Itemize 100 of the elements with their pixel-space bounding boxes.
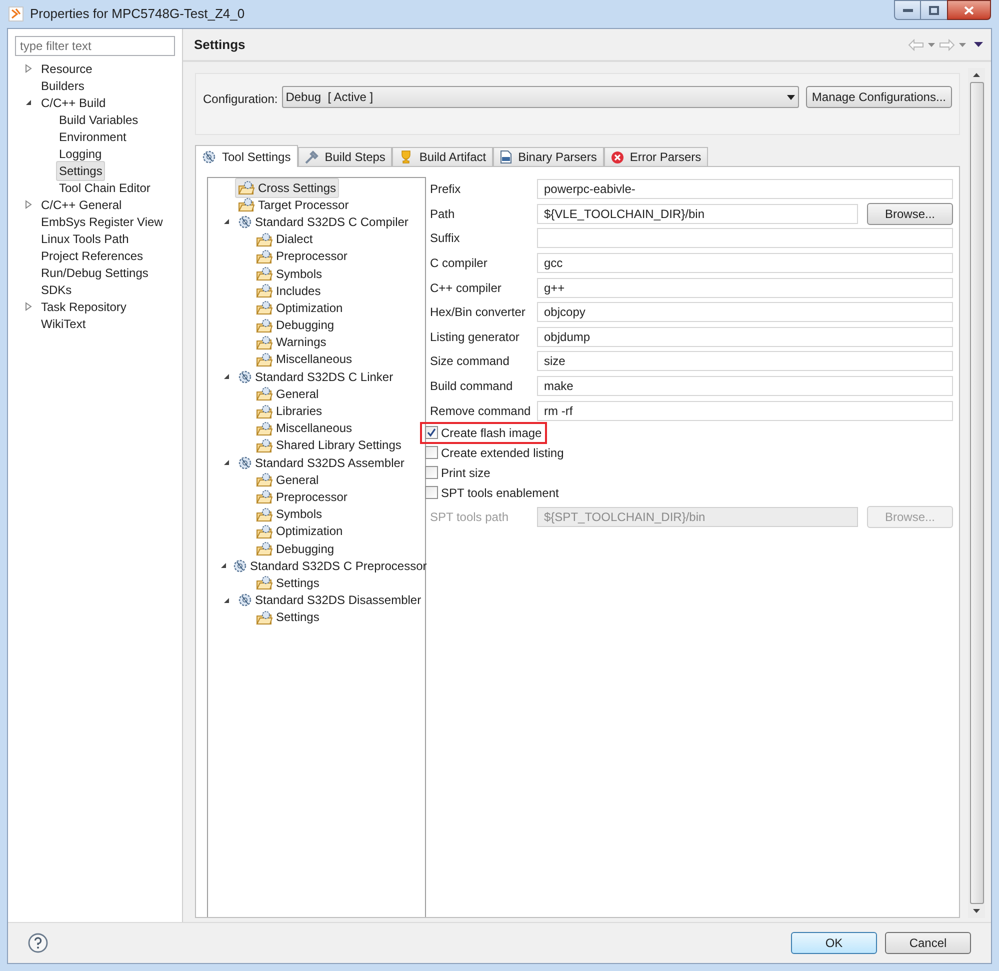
folder-gear-icon: [256, 404, 273, 419]
browse-button[interactable]: Browse...: [867, 202, 953, 225]
tab[interactable]: Tool Settings: [195, 145, 298, 167]
tab[interactable]: Binary Parsers: [493, 147, 604, 166]
wrench-icon: [304, 150, 319, 164]
tree-item[interactable]: Project References: [38, 246, 146, 266]
tree-item[interactable]: C/C++ General: [38, 194, 125, 214]
folder-gear-icon: [256, 248, 273, 264]
text-field[interactable]: [537, 228, 953, 248]
minimize-button[interactable]: [894, 0, 921, 20]
tree-item[interactable]: SDKs: [38, 280, 75, 300]
text-field[interactable]: powerpc-eabivle-: [537, 179, 953, 200]
close-icon: [964, 6, 974, 14]
expanded-arrow-icon[interactable]: [222, 373, 230, 380]
tree-item[interactable]: Environment: [56, 126, 130, 146]
folder-gear-icon: [256, 334, 273, 350]
checkbox[interactable]: [425, 446, 438, 460]
field-label: Path: [430, 206, 456, 223]
view-menu-icon[interactable]: [974, 42, 983, 47]
manage-configurations-button[interactable]: Manage Configurations...: [806, 86, 952, 108]
checkbox[interactable]: [425, 486, 438, 500]
folder-gear-icon: [256, 318, 273, 333]
collapsed-arrow-icon[interactable]: [24, 200, 32, 209]
close-button[interactable]: [947, 0, 991, 20]
page-title: Settings: [194, 36, 246, 54]
scrollbar[interactable]: [968, 68, 985, 918]
text-field[interactable]: g++: [537, 278, 953, 298]
dropdown-caret-icon[interactable]: [959, 42, 966, 46]
text-field[interactable]: size: [537, 351, 953, 372]
text-field[interactable]: ${VLE_TOOLCHAIN_DIR}/bin: [537, 204, 858, 224]
scroll-down-icon[interactable]: [973, 909, 980, 913]
error-icon: [610, 150, 624, 164]
gear-icon: [202, 150, 216, 164]
text-field[interactable]: objdump: [537, 326, 953, 347]
folder-gear-icon: [256, 386, 273, 402]
maximize-icon: [929, 6, 939, 14]
dropdown-caret-icon[interactable]: [928, 42, 935, 46]
expanded-arrow-icon[interactable]: [220, 562, 227, 570]
checkbox-label: SPT tools enablement: [441, 484, 559, 502]
tree-item[interactable]: Logging: [56, 144, 105, 164]
dialog-button[interactable]: Cancel: [885, 932, 971, 954]
expanded-arrow-icon[interactable]: [222, 218, 230, 226]
tree-item[interactable]: Cross Settings: [235, 178, 340, 198]
text-field[interactable]: gcc: [537, 253, 953, 274]
dialog-button[interactable]: OK: [791, 932, 877, 954]
text-field[interactable]: rm -rf: [537, 400, 953, 421]
maximize-button[interactable]: [921, 0, 947, 20]
tree-item[interactable]: Tool Chain Editor: [56, 178, 154, 198]
minimize-icon: [902, 8, 912, 12]
text-field[interactable]: make: [537, 376, 953, 396]
checkbox-label: Create extended listing: [441, 444, 564, 462]
tree-item[interactable]: C/C++ Build: [38, 92, 109, 112]
field-label: Prefix: [430, 181, 462, 198]
field-label: Size command: [430, 353, 510, 370]
text-field[interactable]: objcopy: [537, 302, 953, 322]
field-label: Build command: [430, 378, 514, 396]
configuration-dropdown[interactable]: Debug [ Active ]: [282, 86, 799, 108]
tree-item[interactable]: EmbSys Register View: [38, 212, 166, 232]
tree-item[interactable]: Builders: [38, 76, 88, 96]
tree-item[interactable]: Linux Tools Path: [38, 228, 132, 248]
scroll-up-icon[interactable]: [973, 73, 980, 77]
configuration-label: Configuration:: [203, 91, 278, 108]
field-label: Remove command: [430, 402, 532, 420]
folder-gear-icon: [256, 266, 273, 282]
collapsed-arrow-icon[interactable]: [24, 302, 32, 311]
checkbox[interactable]: [425, 426, 438, 440]
tree-item[interactable]: WikiText: [38, 314, 89, 334]
folder-gear-icon: [238, 197, 255, 212]
collapsed-arrow-icon[interactable]: [24, 64, 32, 73]
folder-gear-icon: [256, 352, 273, 367]
expanded-arrow-icon[interactable]: [24, 99, 32, 106]
tab[interactable]: Build Artifact: [392, 147, 494, 166]
checkbox-label: Create flash image: [441, 424, 542, 442]
folder-gear-icon: [256, 300, 273, 316]
app-icon: [8, 6, 24, 22]
folder-gear-icon: [256, 283, 273, 298]
folder-gear-icon: [256, 524, 273, 539]
tab[interactable]: Build Steps: [298, 147, 392, 166]
expanded-arrow-icon[interactable]: [222, 596, 230, 604]
folder-gear-icon: [256, 610, 273, 625]
help-icon[interactable]: [28, 933, 48, 953]
tab[interactable]: Error Parsers: [604, 147, 708, 166]
tree-item[interactable]: Task Repository: [38, 296, 130, 316]
gear-icon: [238, 370, 252, 384]
gear-icon: [238, 593, 252, 608]
folder-gear-icon: [256, 472, 273, 488]
tree-item[interactable]: Run/Debug Settings: [38, 262, 152, 282]
dropdown-caret-icon: [786, 94, 795, 100]
tree-item[interactable]: Resource: [38, 58, 96, 78]
field-label: Suffix: [430, 230, 461, 248]
folder-gear-icon: [256, 506, 273, 522]
folder-gear-icon: [238, 180, 255, 196]
text-field: ${SPT_TOOLCHAIN_DIR}/bin: [537, 507, 858, 528]
tree-item[interactable]: Build Variables: [56, 110, 142, 130]
filter-field[interactable]: type filter text: [15, 36, 175, 56]
checkbox-label: Print size: [441, 464, 490, 482]
folder-gear-icon: [256, 575, 273, 590]
expanded-arrow-icon[interactable]: [222, 459, 230, 466]
checkbox[interactable]: [425, 466, 438, 480]
tree-item[interactable]: Settings: [56, 160, 106, 180]
